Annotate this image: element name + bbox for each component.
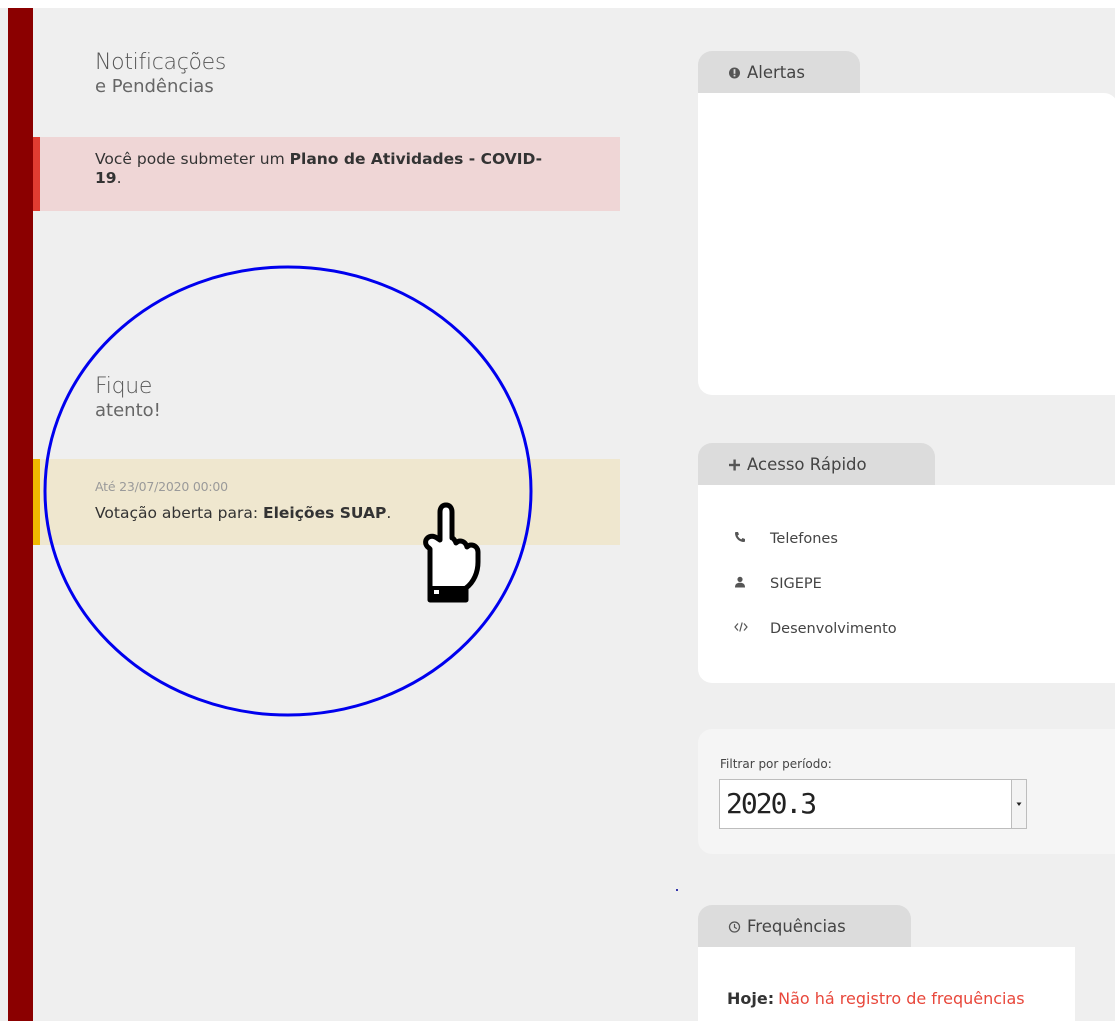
quick-link-telefones-label: Telefones [770,531,838,547]
acesso-rapido-panel: Telefones SIGEPE Desenvolvimento [698,485,1115,683]
tab-alertas-label: Alertas [747,63,805,82]
frequencias-hoje: Hoje: Não há registro de frequências [727,989,1057,1009]
top-strip [0,0,1115,8]
exclamation-circle-icon [728,51,741,95]
left-sidebar-bar [8,8,33,1021]
tab-frequencias[interactable]: Frequências [698,905,911,947]
notificacoes-title-line2: e Pendências [95,76,214,97]
notice-votacao-text: Votação aberta para: [95,504,263,522]
hoje-label: Hoje: [727,989,775,1008]
notice-plano-period: . [116,169,122,187]
frequencias-panel: Hoje: Não há registro de frequências [698,947,1075,1021]
quick-link-telefones[interactable]: Telefones [734,527,897,572]
fique-atento-title-line2: atento! [95,400,161,421]
notice-votacao-date: Até 23/07/2020 00:00 [95,479,228,494]
acesso-rapido-list: Telefones SIGEPE Desenvolvimento [734,527,897,662]
code-icon [734,618,770,642]
eleicoes-suap-link[interactable]: Eleições SUAP [263,504,386,522]
notificacoes-title-line1: Notificações [95,50,227,75]
stray-dot [676,889,678,891]
phone-icon [734,528,770,552]
quick-link-sigepe-label: SIGEPE [770,576,822,592]
fique-atento-title-line1: Fique [95,374,153,399]
notice-votacao: Até 23/07/2020 00:00 Votação aberta para… [33,459,620,545]
periodo-select-value: 2020.3 [726,787,817,820]
filtro-periodo-panel: Filtrar por período: 2020.3 [698,729,1115,854]
plus-icon [728,443,741,487]
notificacoes-title: Notificações e Pendências [95,52,226,96]
periodo-select[interactable]: 2020.3 [719,779,1027,829]
hoje-status: Não há registro de frequências [778,989,1025,1008]
page-canvas: Notificações e Pendências Você pode subm… [0,0,1115,1021]
notice-plano-atividades: Você pode submeter um Plano de Atividade… [33,137,620,211]
tab-frequencias-label: Frequências [747,917,846,936]
tab-alertas[interactable]: Alertas [698,51,860,93]
alertas-panel [698,93,1115,395]
tab-acesso-rapido-label: Acesso Rápido [747,455,867,474]
notice-plano-text: Você pode submeter um [95,150,290,168]
tab-acesso-rapido[interactable]: Acesso Rápido [698,443,935,485]
user-icon [734,573,770,597]
chevron-down-icon[interactable] [1011,780,1026,828]
clock-icon [728,905,741,949]
filtro-periodo-label: Filtrar por período: [720,757,832,771]
notice-votacao-period: . [386,504,392,522]
fique-atento-title: Fique atento! [95,376,161,420]
quick-link-desenvolvimento-label: Desenvolvimento [770,621,897,637]
quick-link-desenvolvimento[interactable]: Desenvolvimento [734,617,897,662]
quick-link-sigepe[interactable]: SIGEPE [734,572,897,617]
